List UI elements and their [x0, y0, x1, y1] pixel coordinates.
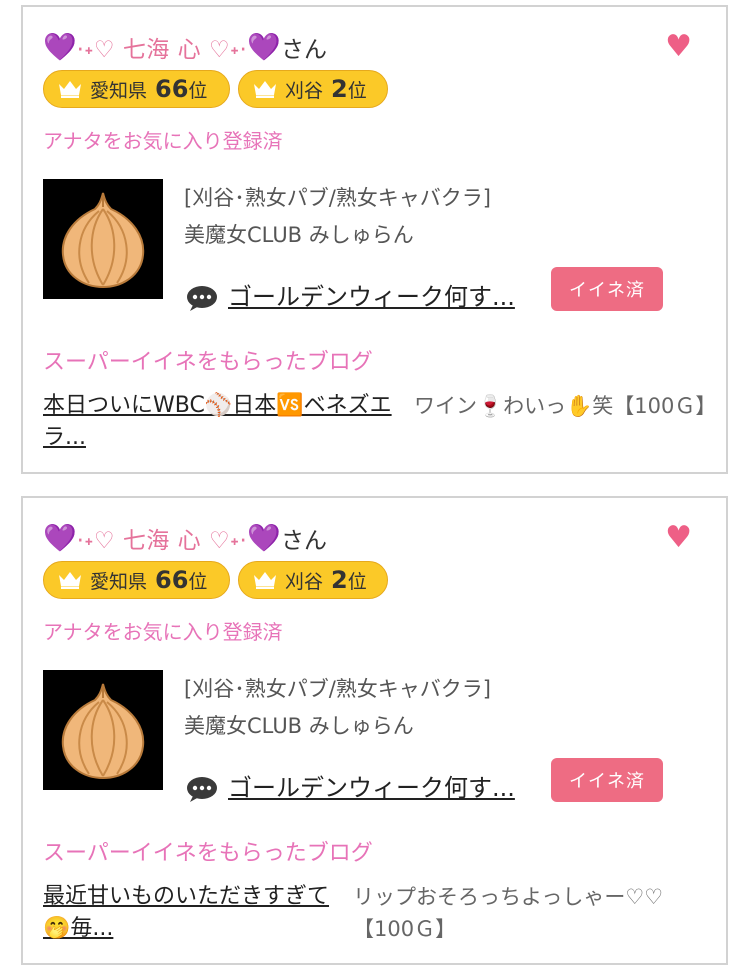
rank-suffix: 位	[347, 570, 367, 593]
rank-number: 66	[155, 566, 189, 594]
user-name: ·˖♡ 七海 心 ♡˖·	[76, 37, 248, 63]
rank-badge-prefecture: 愛知県 66 位	[43, 561, 230, 599]
rank-suffix: 位	[188, 570, 208, 593]
rank-label: 愛知県	[90, 570, 148, 593]
blog-title-link[interactable]: ゴールデンウィーク何す...	[228, 768, 515, 803]
speech-bubble-icon	[187, 286, 217, 311]
iine-done-button[interactable]: イイネ済	[551, 758, 663, 802]
crown-icon	[254, 81, 276, 98]
onion-icon[interactable]	[43, 179, 163, 299]
user-card: 💜 ·˖♡ 七海 心 ♡˖· 💜 さん ♥ 愛知県 66 位 刈谷 2 位 アナ…	[21, 496, 728, 965]
purple-heart-icon: 💜	[247, 522, 281, 554]
rank-badge-area: 刈谷 2 位	[238, 561, 388, 599]
rank-suffix: 位	[347, 79, 367, 102]
shop-category: [刈谷･熟女パブ/熟女キャバクラ]	[184, 677, 491, 701]
user-name-line[interactable]: 💜 ·˖♡ 七海 心 ♡˖· 💜 さん	[43, 29, 327, 65]
rank-number: 2	[331, 566, 348, 594]
honorific: さん	[280, 37, 327, 63]
crown-icon	[59, 572, 81, 589]
shop-name[interactable]: 美魔女CLUB みしゅらん	[184, 219, 414, 249]
crown-icon	[59, 81, 81, 98]
purple-heart-icon: 💜	[247, 31, 281, 63]
purple-heart-icon: 💜	[43, 31, 77, 63]
shop-category: [刈谷･熟女パブ/熟女キャバクラ]	[184, 186, 491, 210]
honorific: さん	[280, 528, 327, 554]
heart-icon[interactable]: ♥	[665, 523, 692, 553]
super-blog-link[interactable]: 最近甘いものいただきすぎて🤭毎...	[43, 881, 343, 945]
iine-done-button[interactable]: イイネ済	[551, 267, 663, 311]
rank-number: 2	[331, 75, 348, 103]
user-card: 💜 ·˖♡ 七海 心 ♡˖· 💜 さん ♥ 愛知県 66 位 刈谷 2 位 アナ…	[21, 5, 728, 474]
super-iine-heading: スーパーイイネをもらったブログ	[43, 841, 373, 866]
purple-heart-icon: 💜	[43, 522, 77, 554]
rank-label: 刈谷	[285, 79, 324, 102]
super-blog-comment: ワイン🍷わいっ✋笑【100Ｇ】	[414, 394, 717, 418]
favorite-status: アナタをお気に入り登録済	[43, 620, 283, 644]
rank-badge-area: 刈谷 2 位	[238, 70, 388, 108]
rank-number: 66	[155, 75, 189, 103]
super-blog-comment: リップおそろっちよっしゃー♡♡【100Ｇ】	[353, 885, 664, 941]
rank-badges: 愛知県 66 位 刈谷 2 位	[43, 70, 388, 108]
heart-icon[interactable]: ♥	[665, 32, 692, 62]
rank-label: 刈谷	[285, 570, 324, 593]
super-blog-link[interactable]: 本日ついにWBC⚾日本🆚ベネズエラ...	[43, 390, 408, 454]
rank-badge-prefecture: 愛知県 66 位	[43, 70, 230, 108]
rank-suffix: 位	[188, 79, 208, 102]
speech-bubble-icon	[187, 777, 217, 802]
favorite-status: アナタをお気に入り登録済	[43, 129, 283, 153]
blog-title-link[interactable]: ゴールデンウィーク何す...	[228, 277, 515, 312]
rank-badges: 愛知県 66 位 刈谷 2 位	[43, 561, 388, 599]
rank-label: 愛知県	[90, 79, 148, 102]
onion-icon[interactable]	[43, 670, 163, 790]
super-iine-heading: スーパーイイネをもらったブログ	[43, 350, 373, 375]
user-name: ·˖♡ 七海 心 ♡˖·	[76, 528, 248, 554]
shop-name[interactable]: 美魔女CLUB みしゅらん	[184, 710, 414, 740]
user-name-line[interactable]: 💜 ·˖♡ 七海 心 ♡˖· 💜 さん	[43, 520, 327, 556]
crown-icon	[254, 572, 276, 589]
